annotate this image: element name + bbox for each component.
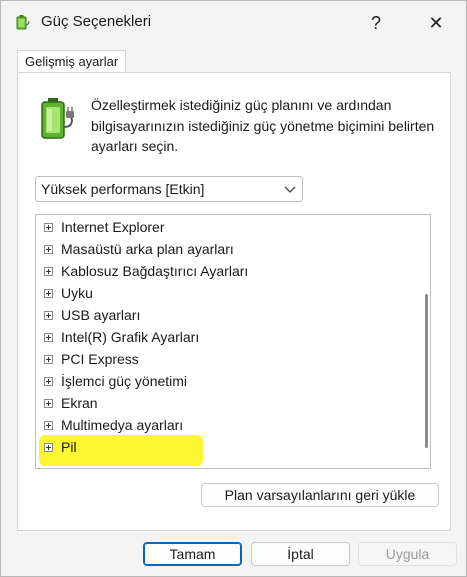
tab-advanced-settings[interactable]: Gelişmiş ayarlar <box>17 50 127 73</box>
window-title: Güç Seçenekleri <box>41 13 152 30</box>
tree-item-label: Kablosuz Bağdaştırıcı Ayarları <box>61 263 249 279</box>
expand-icon[interactable] <box>44 267 53 276</box>
expand-icon[interactable] <box>44 311 53 320</box>
settings-tree[interactable]: Internet Explorer Masaüstü arka plan aya… <box>35 214 431 469</box>
cancel-button[interactable]: İptal <box>251 542 350 566</box>
tree-item-label: Uyku <box>61 285 93 301</box>
apply-button[interactable]: Uygula <box>358 542 457 566</box>
close-button[interactable]: ✕ <box>413 1 459 45</box>
tree-item-sleep[interactable]: Uyku <box>44 284 404 304</box>
power-options-icon <box>16 15 30 30</box>
tree-item-intel-graphics[interactable]: Intel(R) Grafik Ayarları <box>44 328 404 348</box>
battery-plug-icon <box>41 98 74 139</box>
power-plan-value: Yüksek performans [Etkin] <box>41 181 205 197</box>
ok-button[interactable]: Tamam <box>143 542 242 566</box>
power-options-window: Güç Seçenekleri ? ✕ Gelişmiş ayarlar Öze… <box>0 0 467 577</box>
chevron-down-icon <box>284 186 296 193</box>
tree-item-label: USB ayarları <box>61 307 141 323</box>
expand-icon[interactable] <box>44 355 53 364</box>
expand-icon[interactable] <box>44 399 53 408</box>
tree-item-processor-power[interactable]: İşlemci güç yönetimi <box>44 372 404 392</box>
tree-item-battery[interactable]: Pil <box>44 438 404 458</box>
tree-item-multimedia[interactable]: Multimedya ayarları <box>44 416 404 436</box>
tree-item-pci-express[interactable]: PCI Express <box>44 350 404 370</box>
tree-item-label: Masaüstü arka plan ayarları <box>61 241 234 257</box>
tree-item-label: Internet Explorer <box>61 219 165 235</box>
restore-defaults-button[interactable]: Plan varsayılanlarını geri yükle <box>201 483 439 507</box>
expand-icon[interactable] <box>44 421 53 430</box>
expand-icon[interactable] <box>44 289 53 298</box>
help-button[interactable]: ? <box>353 1 399 45</box>
tree-item-label: Ekran <box>61 395 98 411</box>
tree-item-label: Multimedya ayarları <box>61 417 184 433</box>
expand-icon[interactable] <box>44 333 53 342</box>
tree-item-usb[interactable]: USB ayarları <box>44 306 404 326</box>
tree-item-label: PCI Express <box>61 351 139 367</box>
tree-item-internet-explorer[interactable]: Internet Explorer <box>44 218 404 238</box>
tree-item-wireless-adapter[interactable]: Kablosuz Bağdaştırıcı Ayarları <box>44 262 404 282</box>
tree-item-label: Intel(R) Grafik Ayarları <box>61 329 200 345</box>
tree-item-display[interactable]: Ekran <box>44 394 404 414</box>
tree-item-label: İşlemci güç yönetimi <box>61 373 188 389</box>
advanced-settings-panel: Özelleştirmek istediğiniz güç planını ve… <box>17 72 451 531</box>
expand-icon[interactable] <box>44 443 53 452</box>
description-text: Özelleştirmek istediğiniz güç planını ve… <box>91 97 435 154</box>
expand-icon[interactable] <box>44 377 53 386</box>
tree-item-label: Pil <box>61 439 77 455</box>
expand-icon[interactable] <box>44 223 53 232</box>
power-plan-select[interactable]: Yüksek performans [Etkin] <box>35 176 303 202</box>
title-bar: Güç Seçenekleri ? ✕ <box>1 1 466 45</box>
tree-item-desktop-background[interactable]: Masaüstü arka plan ayarları <box>44 240 404 260</box>
scrollbar-thumb[interactable] <box>425 294 428 448</box>
expand-icon[interactable] <box>44 245 53 254</box>
